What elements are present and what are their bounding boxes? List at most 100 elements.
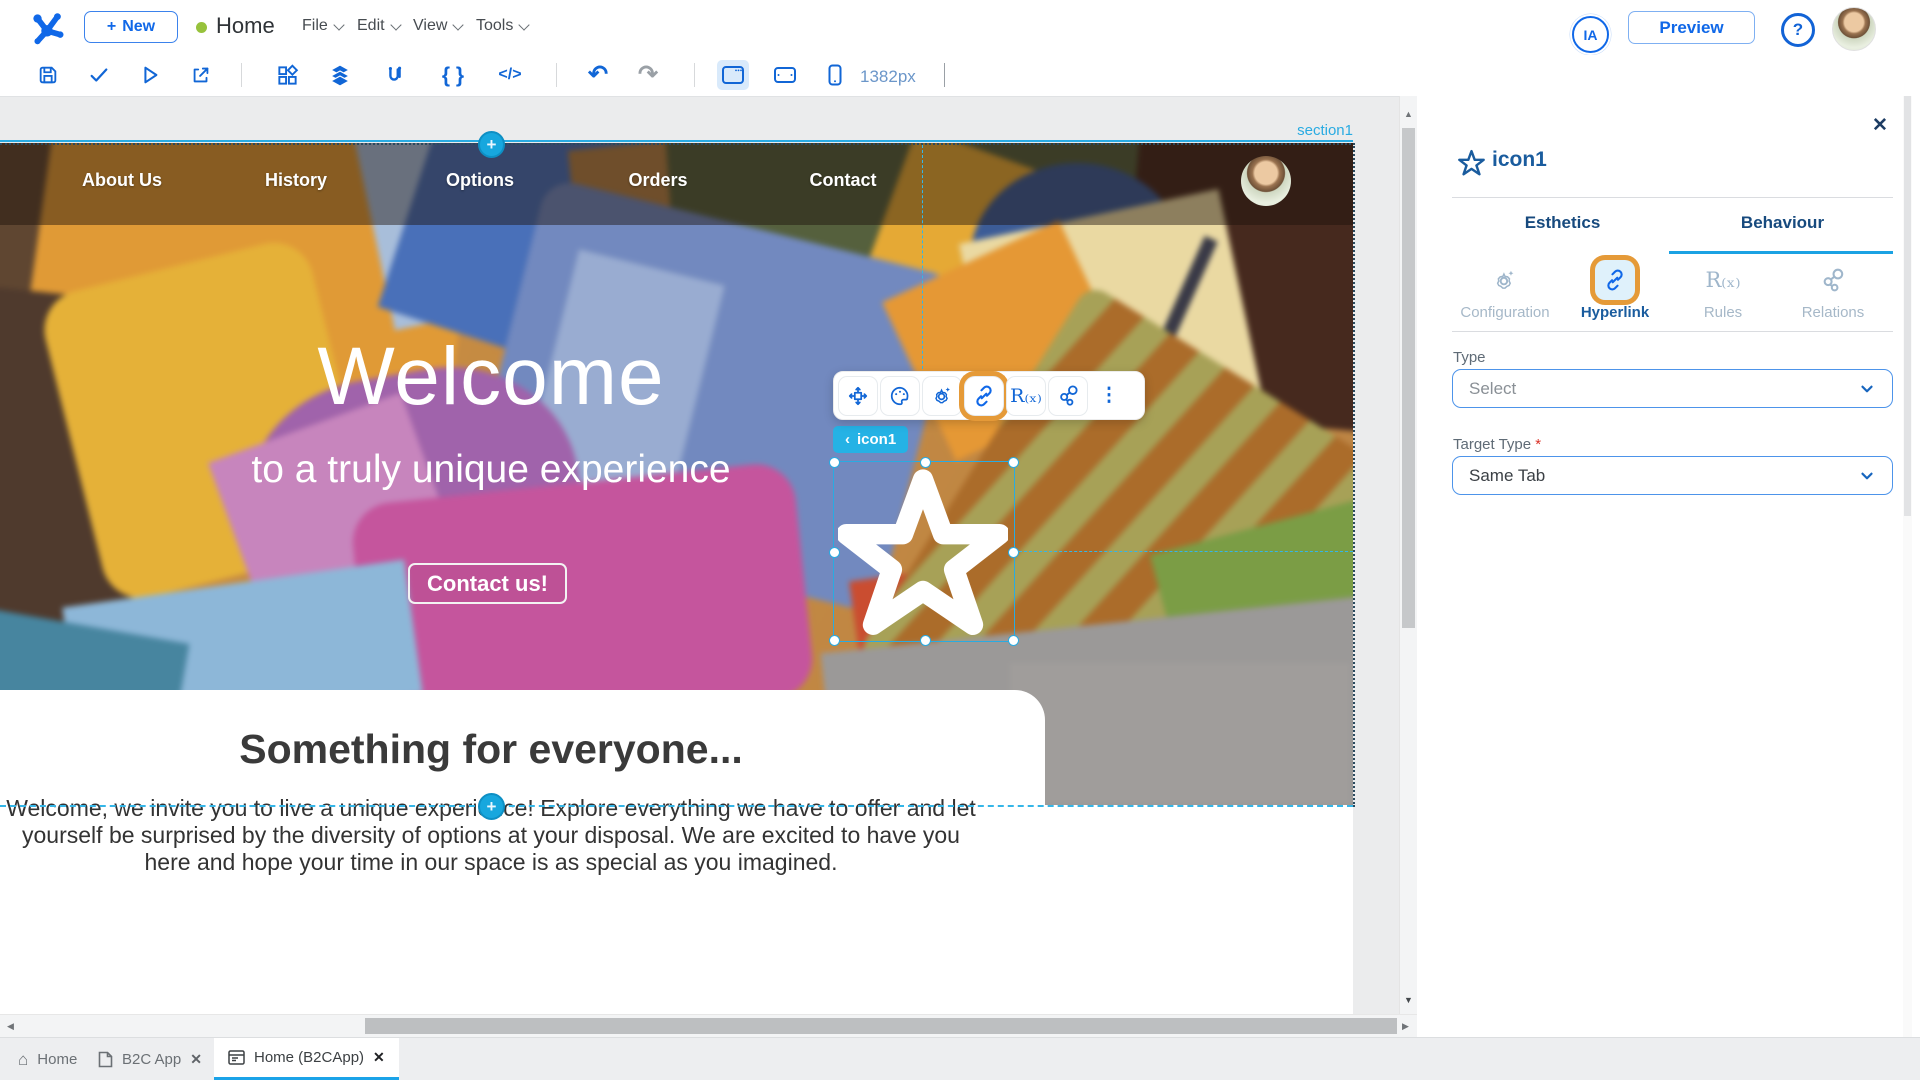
add-widget-above-button[interactable]: + (478, 131, 505, 158)
resize-handle[interactable] (920, 635, 931, 646)
odc-logo (33, 13, 64, 45)
tablet-preview-icon[interactable] (769, 60, 801, 90)
widgets-icon[interactable] (271, 60, 303, 90)
resize-handle[interactable] (1008, 635, 1019, 646)
chevron-down-icon (333, 18, 345, 31)
canvas-horizontal-scrollbar[interactable]: ◀ ▶ (0, 1014, 1417, 1038)
close-tab-icon[interactable]: ✕ (190, 1051, 202, 1068)
hyperlink-icon-highlighted (1595, 260, 1635, 300)
toolbar-separator (556, 63, 557, 87)
hyperlink-button-highlighted[interactable] (964, 375, 1004, 416)
rules-button[interactable]: R₍ₓ₎ (1006, 375, 1046, 416)
vertical-scroll-thumb[interactable] (1402, 128, 1415, 628)
scroll-up-icon[interactable]: ▲ (1404, 110, 1413, 119)
tab-b2c-app[interactable]: B2C App ✕ (84, 1038, 216, 1080)
tab-home-b2capp-active[interactable]: Home (B2CApp) ✕ (214, 1038, 399, 1080)
bottom-tab-bar: ⌂ Home B2C App ✕ Home (B2CApp) ✕ (0, 1037, 1920, 1080)
chevron-down-icon (1861, 385, 1873, 392)
configuration-button[interactable] (922, 375, 962, 416)
panel-scrollbar[interactable] (1903, 96, 1912, 1037)
plus-icon: + (106, 18, 117, 35)
nav-link-history[interactable]: History (265, 170, 327, 191)
user-avatar[interactable] (1832, 7, 1876, 51)
add-widget-below-button[interactable]: + (478, 793, 505, 820)
redo-icon[interactable]: ↷ (632, 60, 664, 90)
subtab-hyperlink[interactable]: Hyperlink (1561, 258, 1669, 321)
phone-preview-icon[interactable] (819, 60, 851, 90)
run-icon[interactable] (134, 60, 166, 90)
help-icon[interactable]: ? (1781, 13, 1815, 47)
active-tab-underline (1669, 251, 1893, 254)
odc-studio-window: + New Home File Edit View Tools IA Previ… (0, 0, 1920, 1080)
design-canvas[interactable]: About Us History Options Orders Contact … (0, 96, 1422, 1014)
nav-link-orders[interactable]: Orders (628, 170, 687, 191)
close-tab-icon[interactable]: ✕ (373, 1049, 385, 1066)
canvas-vertical-scrollbar[interactable]: ▲ ▼ (1399, 96, 1418, 1014)
rules-icon: R₍ₓ₎ (1705, 268, 1741, 292)
new-button[interactable]: + New (84, 11, 178, 43)
home-icon: ⌂ (18, 1049, 29, 1069)
code-icon[interactable]: </> (494, 60, 526, 90)
resize-handle[interactable] (829, 635, 840, 646)
resize-handle[interactable] (1008, 457, 1019, 468)
scroll-down-icon[interactable]: ▼ (1404, 996, 1413, 1005)
nav-link-contact[interactable]: Contact (810, 170, 877, 191)
menu-file[interactable]: File (302, 17, 345, 35)
resize-handle[interactable] (829, 457, 840, 468)
menu-view[interactable]: View (413, 17, 465, 35)
panel-widget-title: icon1 (1492, 148, 1547, 171)
resize-handle[interactable] (829, 547, 840, 558)
properties-panel (1417, 96, 1920, 1037)
editor-toolbar: { } </> ↶ ↷ 1382px (0, 55, 1920, 97)
nav-link-about-us[interactable]: About Us (82, 170, 162, 191)
subtab-rules[interactable]: R₍ₓ₎ Rules (1669, 258, 1777, 321)
selected-widget-badge[interactable]: ‹ icon1 (833, 426, 909, 453)
required-asterisk: * (1535, 436, 1542, 453)
widget-selection-box[interactable] (829, 457, 1019, 646)
relations-button[interactable] (1048, 375, 1088, 416)
section-label: section1 (1297, 122, 1353, 139)
styles-palette-button[interactable] (880, 375, 920, 416)
tab-behaviour[interactable]: Behaviour (1672, 213, 1893, 233)
layers-icon[interactable] (324, 60, 356, 90)
desktop-preview-icon[interactable] (717, 60, 749, 90)
nav-link-options[interactable]: Options (446, 170, 514, 191)
braces-icon[interactable]: { } (437, 60, 469, 90)
scroll-right-icon[interactable]: ▶ (1402, 1022, 1409, 1031)
screen-icon (228, 1050, 245, 1065)
section-top-guide (0, 140, 1353, 142)
target-type-select[interactable]: Same Tab (1452, 456, 1893, 495)
move-widget-button[interactable] (838, 375, 878, 416)
chevron-down-icon (1861, 472, 1873, 479)
save-icon[interactable] (32, 60, 64, 90)
chevron-down-icon (452, 18, 465, 31)
horizontal-scroll-thumb[interactable] (365, 1018, 1397, 1034)
widget-floating-toolbar: R₍ₓ₎ ⋮ (833, 371, 1145, 420)
width-resize-handle[interactable] (944, 63, 945, 87)
configuration-gear-icon (1451, 258, 1559, 302)
type-field-label: Type (1453, 349, 1486, 366)
nav-user-avatar[interactable] (1241, 156, 1291, 206)
menu-edit[interactable]: Edit (357, 17, 402, 35)
menu-tools[interactable]: Tools (476, 17, 531, 35)
file-icon (98, 1051, 113, 1068)
resize-handle[interactable] (1008, 547, 1019, 558)
panel-close-icon[interactable]: ✕ (1872, 114, 1888, 137)
scroll-left-icon[interactable]: ◀ (7, 1022, 14, 1031)
ia-assistant-button[interactable]: IA (1572, 16, 1609, 53)
tab-esthetics[interactable]: Esthetics (1452, 213, 1673, 233)
subtab-relations[interactable]: Relations (1779, 258, 1887, 321)
resize-handle[interactable] (920, 457, 931, 468)
verify-icon[interactable] (83, 60, 115, 90)
contact-us-button[interactable]: Contact us! (408, 563, 567, 604)
tab-home[interactable]: ⌂ Home (4, 1038, 91, 1080)
subtab-configuration[interactable]: Configuration (1451, 258, 1559, 321)
flows-icon[interactable] (379, 60, 411, 90)
back-chevron-icon: ‹ (845, 431, 850, 448)
publish-icon[interactable] (185, 60, 217, 90)
section-bottom-guide (0, 805, 1353, 807)
more-options-button[interactable]: ⋮ (1090, 376, 1128, 415)
preview-button[interactable]: Preview (1628, 11, 1755, 44)
type-select[interactable]: Select (1452, 369, 1893, 408)
undo-icon[interactable]: ↶ (582, 60, 614, 90)
